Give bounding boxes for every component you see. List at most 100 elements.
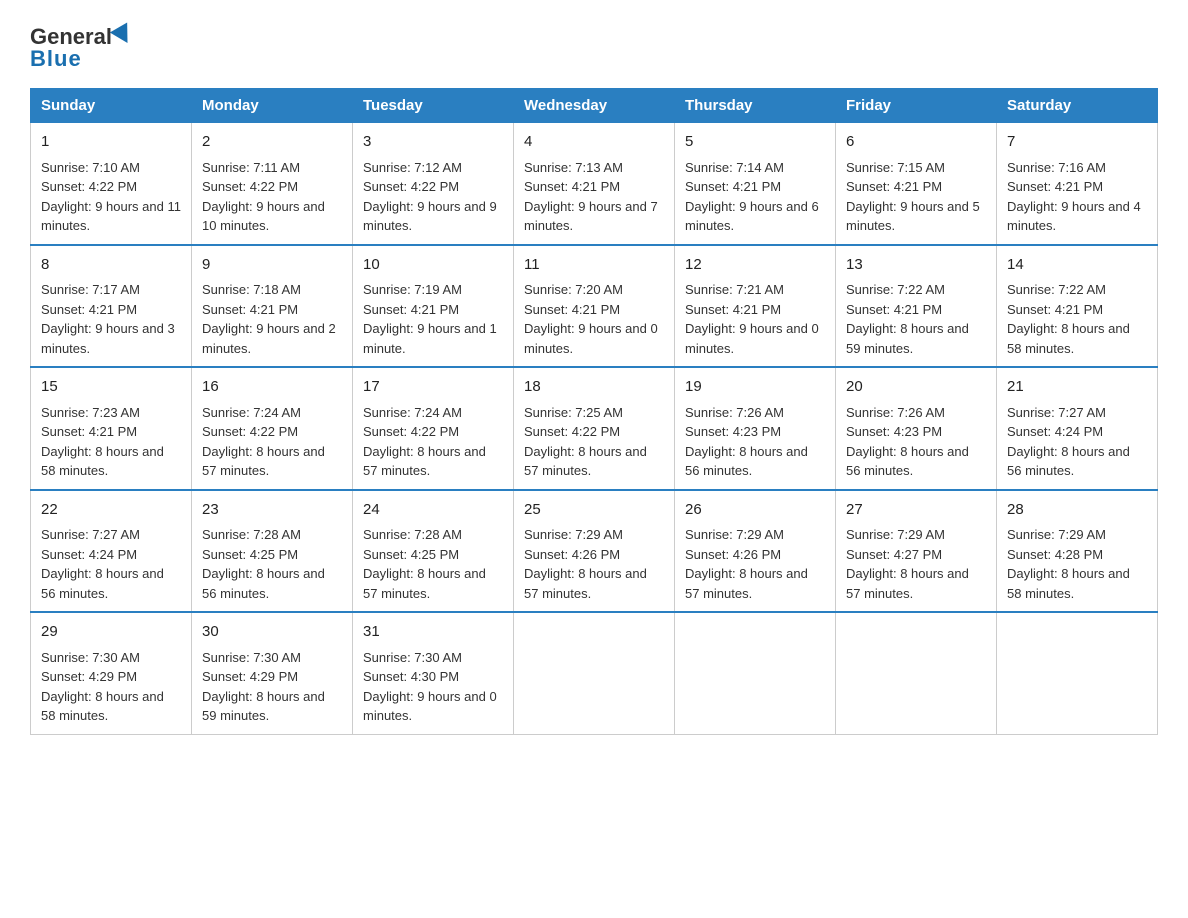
day-info: Sunrise: 7:12 AMSunset: 4:22 PMDaylight:…: [363, 160, 497, 234]
logo: General Blue: [30, 24, 134, 72]
day-info: Sunrise: 7:17 AMSunset: 4:21 PMDaylight:…: [41, 282, 175, 356]
calendar-week-row: 22Sunrise: 7:27 AMSunset: 4:24 PMDayligh…: [31, 490, 1158, 613]
calendar-cell: 16 Sunrise: 7:24 AMSunset: 4:22 PMDayligh…: [192, 367, 353, 490]
day-info: Sunrise: 7:26 AMSunset: 4:23 PMDaylight:…: [685, 405, 808, 479]
header-sunday: Sunday: [31, 89, 192, 123]
day-info: Sunrise: 7:19 AMSunset: 4:21 PMDaylight:…: [363, 282, 497, 356]
header-wednesday: Wednesday: [514, 89, 675, 123]
calendar-cell: 4 Sunrise: 7:13 AMSunset: 4:21 PMDaylight…: [514, 123, 675, 245]
day-info: Sunrise: 7:18 AMSunset: 4:21 PMDaylight:…: [202, 282, 336, 356]
calendar-cell: 11Sunrise: 7:20 AMSunset: 4:21 PMDayligh…: [514, 245, 675, 368]
day-info: Sunrise: 7:27 AMSunset: 4:24 PMDaylight:…: [1007, 405, 1130, 479]
day-info: Sunrise: 7:29 AMSunset: 4:28 PMDaylight:…: [1007, 527, 1130, 601]
calendar-week-row: 15 Sunrise: 7:23 AMSunset: 4:21 PMDayligh…: [31, 367, 1158, 490]
calendar-cell: 5 Sunrise: 7:14 AMSunset: 4:21 PMDaylight…: [675, 123, 836, 245]
calendar-cell: 28 Sunrise: 7:29 AMSunset: 4:28 PMDayligh…: [997, 490, 1158, 613]
calendar-table: SundayMondayTuesdayWednesdayThursdayFrid…: [30, 88, 1158, 735]
day-number: 2: [202, 131, 342, 154]
day-number: 30: [202, 621, 342, 644]
calendar-cell: 27 Sunrise: 7:29 AMSunset: 4:27 PMDayligh…: [836, 490, 997, 613]
calendar-week-row: 1Sunrise: 7:10 AMSunset: 4:22 PMDaylight…: [31, 123, 1158, 245]
day-number: 9: [202, 254, 342, 277]
day-number: 31: [363, 621, 503, 644]
day-number: 25: [524, 499, 664, 522]
day-number: 20: [846, 376, 986, 399]
calendar-cell: 12Sunrise: 7:21 AMSunset: 4:21 PMDayligh…: [675, 245, 836, 368]
day-number: 10: [363, 254, 503, 277]
header-friday: Friday: [836, 89, 997, 123]
day-info: Sunrise: 7:29 AMSunset: 4:26 PMDaylight:…: [524, 527, 647, 601]
day-number: 13: [846, 254, 986, 277]
calendar-cell: 21 Sunrise: 7:27 AMSunset: 4:24 PMDayligh…: [997, 367, 1158, 490]
day-info: Sunrise: 7:22 AMSunset: 4:21 PMDaylight:…: [1007, 282, 1130, 356]
day-number: 19: [685, 376, 825, 399]
header-monday: Monday: [192, 89, 353, 123]
day-info: Sunrise: 7:30 AMSunset: 4:29 PMDaylight:…: [41, 650, 164, 724]
calendar-week-row: 8 Sunrise: 7:17 AMSunset: 4:21 PMDaylight…: [31, 245, 1158, 368]
day-info: Sunrise: 7:27 AMSunset: 4:24 PMDaylight:…: [41, 527, 164, 601]
day-number: 24: [363, 499, 503, 522]
day-info: Sunrise: 7:23 AMSunset: 4:21 PMDaylight:…: [41, 405, 164, 479]
day-info: Sunrise: 7:30 AMSunset: 4:29 PMDaylight:…: [202, 650, 325, 724]
day-number: 16: [202, 376, 342, 399]
header-tuesday: Tuesday: [353, 89, 514, 123]
day-info: Sunrise: 7:20 AMSunset: 4:21 PMDaylight:…: [524, 282, 658, 356]
day-number: 15: [41, 376, 181, 399]
day-number: 14: [1007, 254, 1147, 277]
calendar-cell: [675, 612, 836, 734]
day-info: Sunrise: 7:28 AMSunset: 4:25 PMDaylight:…: [202, 527, 325, 601]
calendar-cell: 7 Sunrise: 7:16 AMSunset: 4:21 PMDaylight…: [997, 123, 1158, 245]
day-info: Sunrise: 7:29 AMSunset: 4:26 PMDaylight:…: [685, 527, 808, 601]
calendar-cell: 9 Sunrise: 7:18 AMSunset: 4:21 PMDaylight…: [192, 245, 353, 368]
day-info: Sunrise: 7:24 AMSunset: 4:22 PMDaylight:…: [202, 405, 325, 479]
day-number: 7: [1007, 131, 1147, 154]
day-number: 5: [685, 131, 825, 154]
day-info: Sunrise: 7:11 AMSunset: 4:22 PMDaylight:…: [202, 160, 325, 234]
calendar-cell: 8 Sunrise: 7:17 AMSunset: 4:21 PMDaylight…: [31, 245, 192, 368]
calendar-cell: 2 Sunrise: 7:11 AMSunset: 4:22 PMDaylight…: [192, 123, 353, 245]
day-number: 17: [363, 376, 503, 399]
header-saturday: Saturday: [997, 89, 1158, 123]
calendar-cell: 26 Sunrise: 7:29 AMSunset: 4:26 PMDayligh…: [675, 490, 836, 613]
calendar-header-row: SundayMondayTuesdayWednesdayThursdayFrid…: [31, 89, 1158, 123]
day-number: 26: [685, 499, 825, 522]
calendar-cell: 6 Sunrise: 7:15 AMSunset: 4:21 PMDaylight…: [836, 123, 997, 245]
calendar-cell: 19 Sunrise: 7:26 AMSunset: 4:23 PMDayligh…: [675, 367, 836, 490]
day-number: 28: [1007, 499, 1147, 522]
day-info: Sunrise: 7:29 AMSunset: 4:27 PMDaylight:…: [846, 527, 969, 601]
day-info: Sunrise: 7:25 AMSunset: 4:22 PMDaylight:…: [524, 405, 647, 479]
day-number: 21: [1007, 376, 1147, 399]
calendar-cell: [997, 612, 1158, 734]
day-number: 6: [846, 131, 986, 154]
calendar-cell: 13Sunrise: 7:22 AMSunset: 4:21 PMDayligh…: [836, 245, 997, 368]
day-number: 23: [202, 499, 342, 522]
day-number: 8: [41, 254, 181, 277]
logo-triangle-icon: [110, 22, 136, 48]
calendar-cell: 18 Sunrise: 7:25 AMSunset: 4:22 PMDayligh…: [514, 367, 675, 490]
day-info: Sunrise: 7:15 AMSunset: 4:21 PMDaylight:…: [846, 160, 980, 234]
calendar-cell: [836, 612, 997, 734]
day-info: Sunrise: 7:16 AMSunset: 4:21 PMDaylight:…: [1007, 160, 1141, 234]
day-info: Sunrise: 7:28 AMSunset: 4:25 PMDaylight:…: [363, 527, 486, 601]
day-number: 18: [524, 376, 664, 399]
calendar-cell: 1Sunrise: 7:10 AMSunset: 4:22 PMDaylight…: [31, 123, 192, 245]
calendar-cell: 30 Sunrise: 7:30 AMSunset: 4:29 PMDayligh…: [192, 612, 353, 734]
day-number: 4: [524, 131, 664, 154]
day-number: 27: [846, 499, 986, 522]
day-number: 12: [685, 254, 825, 277]
day-info: Sunrise: 7:13 AMSunset: 4:21 PMDaylight:…: [524, 160, 658, 234]
calendar-cell: 10 Sunrise: 7:19 AMSunset: 4:21 PMDayligh…: [353, 245, 514, 368]
day-number: 29: [41, 621, 181, 644]
day-info: Sunrise: 7:14 AMSunset: 4:21 PMDaylight:…: [685, 160, 819, 234]
calendar-cell: 31Sunrise: 7:30 AMSunset: 4:30 PMDayligh…: [353, 612, 514, 734]
calendar-cell: 25 Sunrise: 7:29 AMSunset: 4:26 PMDayligh…: [514, 490, 675, 613]
calendar-cell: 29 Sunrise: 7:30 AMSunset: 4:29 PMDayligh…: [31, 612, 192, 734]
calendar-cell: 24 Sunrise: 7:28 AMSunset: 4:25 PMDayligh…: [353, 490, 514, 613]
logo-blue: Blue: [30, 46, 82, 72]
calendar-cell: 3 Sunrise: 7:12 AMSunset: 4:22 PMDaylight…: [353, 123, 514, 245]
day-number: 3: [363, 131, 503, 154]
calendar-cell: 17Sunrise: 7:24 AMSunset: 4:22 PMDayligh…: [353, 367, 514, 490]
calendar-cell: 15 Sunrise: 7:23 AMSunset: 4:21 PMDayligh…: [31, 367, 192, 490]
calendar-week-row: 29 Sunrise: 7:30 AMSunset: 4:29 PMDayligh…: [31, 612, 1158, 734]
calendar-cell: 14 Sunrise: 7:22 AMSunset: 4:21 PMDayligh…: [997, 245, 1158, 368]
